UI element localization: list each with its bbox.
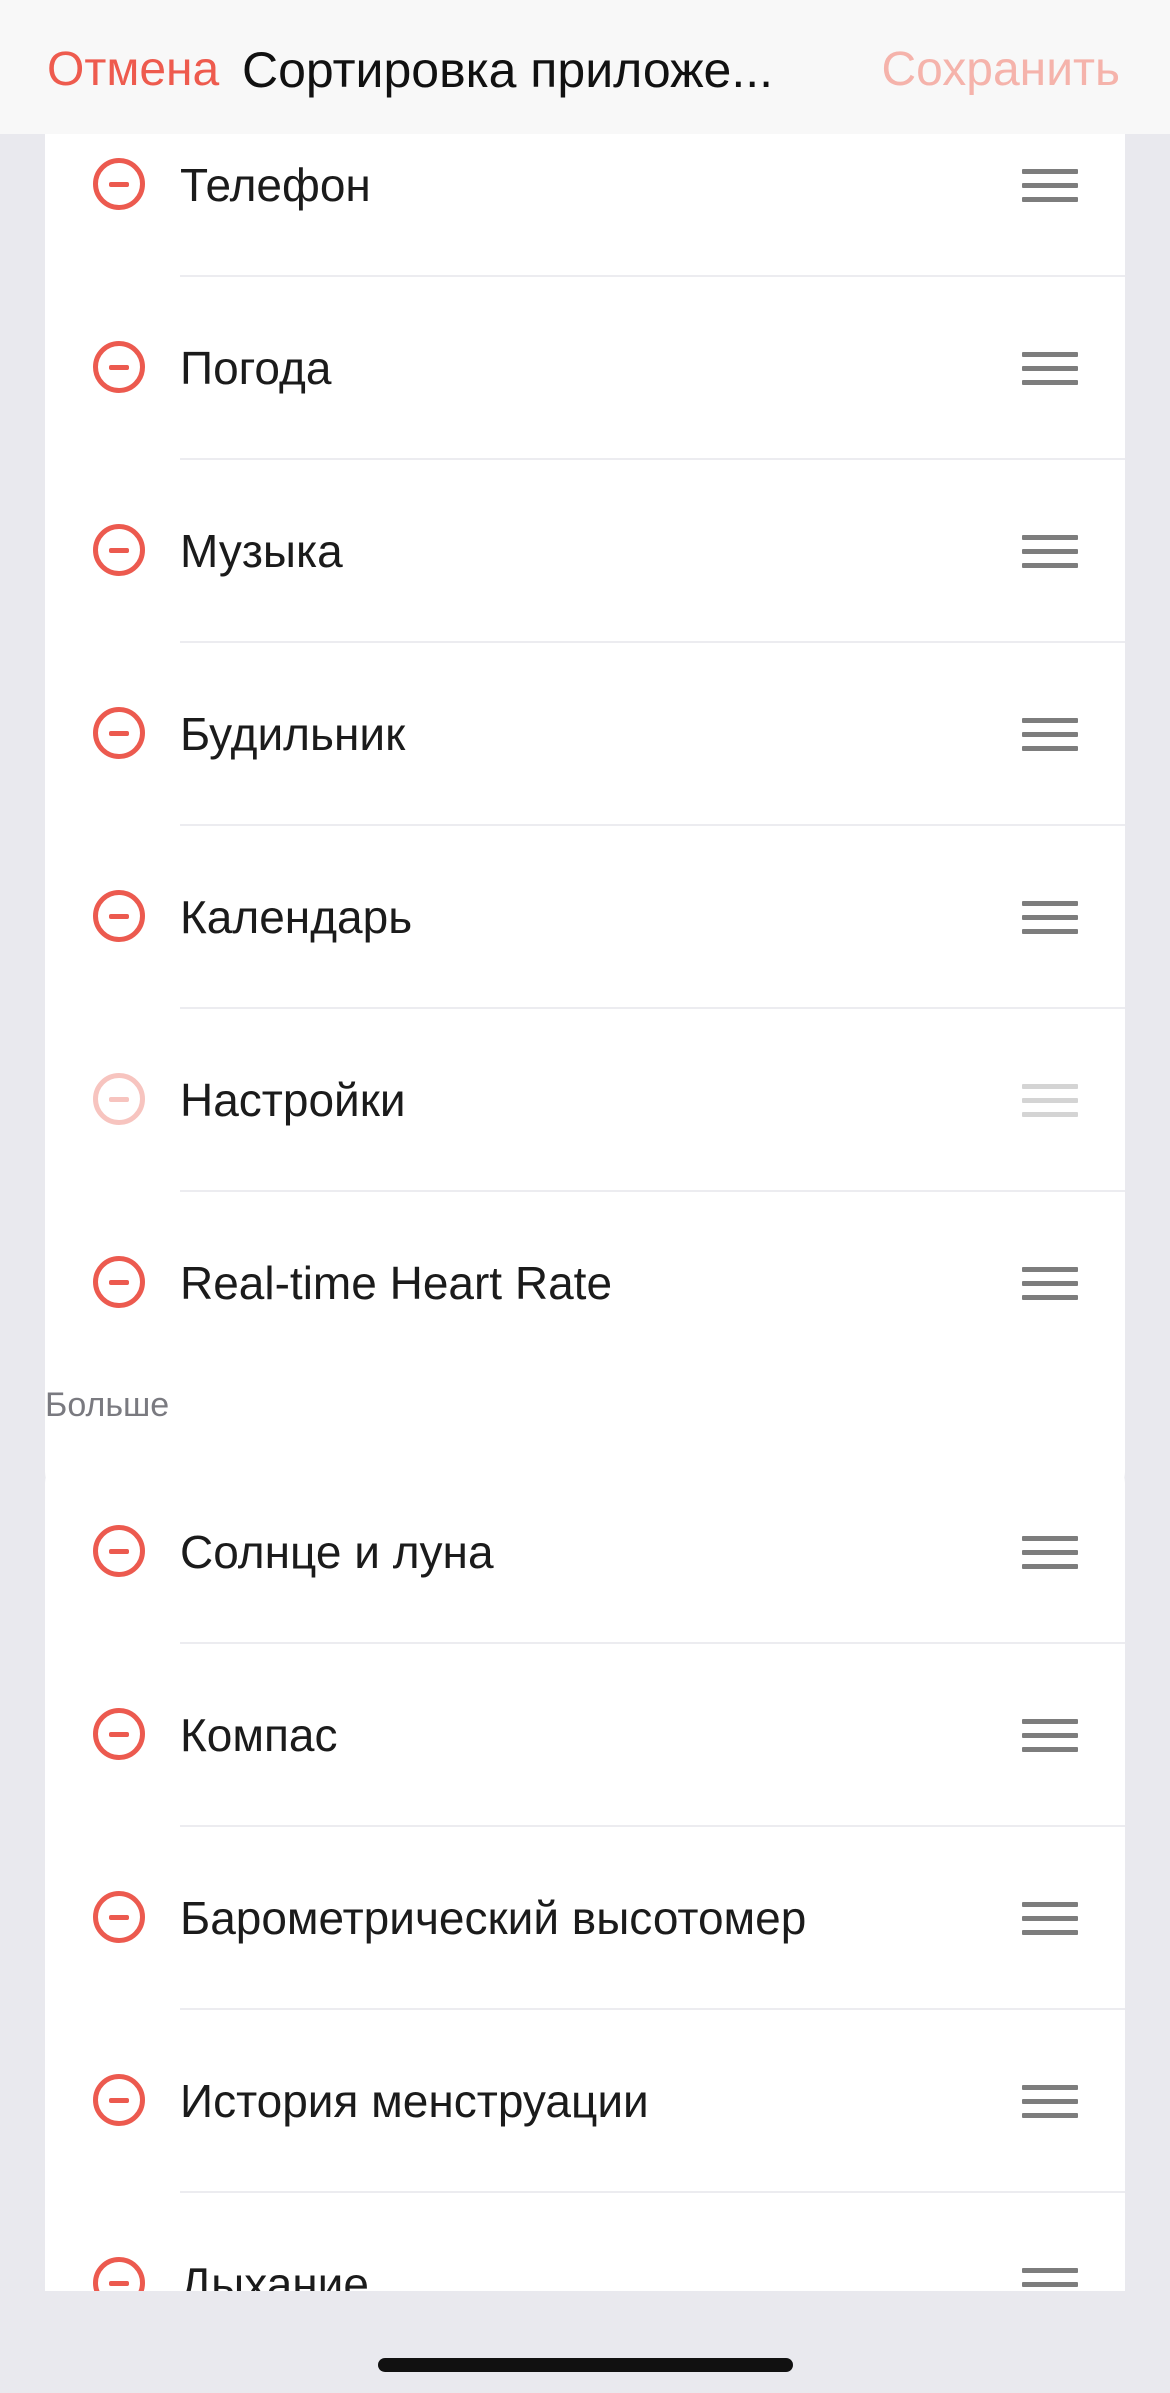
remove-icon[interactable] bbox=[93, 341, 145, 393]
cancel-button[interactable]: Отмена bbox=[47, 0, 219, 134]
list-item: Солнце и луна bbox=[45, 1461, 1125, 1644]
list-item-disabled: Настройки bbox=[45, 1009, 1125, 1192]
list-item: Компас bbox=[45, 1644, 1125, 1827]
list-item: Будильник bbox=[45, 643, 1125, 826]
remove-icon[interactable] bbox=[93, 1525, 145, 1577]
drag-handle-icon[interactable] bbox=[1022, 1267, 1078, 1301]
remove-icon[interactable] bbox=[93, 2257, 145, 2291]
drag-handle-icon[interactable] bbox=[1022, 352, 1078, 386]
section-title-more: Больше bbox=[45, 1386, 170, 1424]
drag-handle-icon[interactable] bbox=[1022, 1902, 1078, 1936]
list-item-label: Телефон bbox=[180, 159, 371, 211]
list-item: Барометрический высотомер bbox=[45, 1827, 1125, 2010]
list-item-label: Погода bbox=[180, 342, 332, 394]
remove-icon[interactable] bbox=[93, 1708, 145, 1760]
list-item-label: Real-time Heart Rate bbox=[180, 1257, 613, 1309]
list-item-label: Настройки bbox=[180, 1074, 406, 1126]
app-order-list[interactable]: Телефон Погода Музыка Будильник Календар… bbox=[0, 134, 1170, 2291]
list-item-label: Будильник bbox=[180, 708, 406, 760]
drag-handle-icon[interactable] bbox=[1022, 2268, 1078, 2291]
list-item-label: Компас bbox=[180, 1709, 338, 1761]
list-item-label: Барометрический высотомер bbox=[180, 1892, 807, 1944]
remove-icon bbox=[93, 1073, 145, 1125]
drag-handle-icon[interactable] bbox=[1022, 718, 1078, 752]
remove-icon[interactable] bbox=[93, 524, 145, 576]
drag-handle-icon bbox=[1022, 1084, 1078, 1118]
list-item: Погода bbox=[45, 277, 1125, 460]
list-item: История менструации bbox=[45, 2010, 1125, 2193]
home-indicator[interactable] bbox=[378, 2358, 793, 2372]
more-apps-card: Солнце и луна Компас Барометрический выс… bbox=[45, 1461, 1125, 2291]
remove-icon[interactable] bbox=[93, 1891, 145, 1943]
save-button[interactable]: Сохранить bbox=[881, 0, 1120, 134]
list-item-label: Календарь bbox=[180, 891, 413, 943]
list-item-label: История менструации bbox=[180, 2075, 649, 2127]
list-item: Музыка bbox=[45, 460, 1125, 643]
remove-icon[interactable] bbox=[93, 1256, 145, 1308]
remove-icon[interactable] bbox=[93, 890, 145, 942]
list-item-label: Дыхание bbox=[180, 2258, 369, 2291]
list-item: Дыхание bbox=[45, 2193, 1125, 2291]
nav-header: Отмена Сортировка приложе... Сохранить bbox=[0, 0, 1170, 134]
list-item: Телефон bbox=[45, 134, 1125, 277]
remove-icon[interactable] bbox=[93, 158, 145, 210]
list-item: Real-time Heart Rate bbox=[45, 1192, 1125, 1375]
list-item-label: Солнце и луна bbox=[180, 1526, 494, 1578]
list-item-label: Музыка bbox=[180, 525, 343, 577]
drag-handle-icon[interactable] bbox=[1022, 535, 1078, 569]
remove-icon[interactable] bbox=[93, 707, 145, 759]
drag-handle-icon[interactable] bbox=[1022, 169, 1078, 203]
drag-handle-icon[interactable] bbox=[1022, 1536, 1078, 1570]
page-title: Сортировка приложе... bbox=[242, 42, 774, 98]
drag-handle-icon[interactable] bbox=[1022, 1719, 1078, 1753]
list-item: Календарь bbox=[45, 826, 1125, 1009]
drag-handle-icon[interactable] bbox=[1022, 2085, 1078, 2119]
main-apps-card: Телефон Погода Музыка Будильник Календар… bbox=[45, 134, 1125, 1494]
drag-handle-icon[interactable] bbox=[1022, 901, 1078, 935]
remove-icon[interactable] bbox=[93, 2074, 145, 2126]
